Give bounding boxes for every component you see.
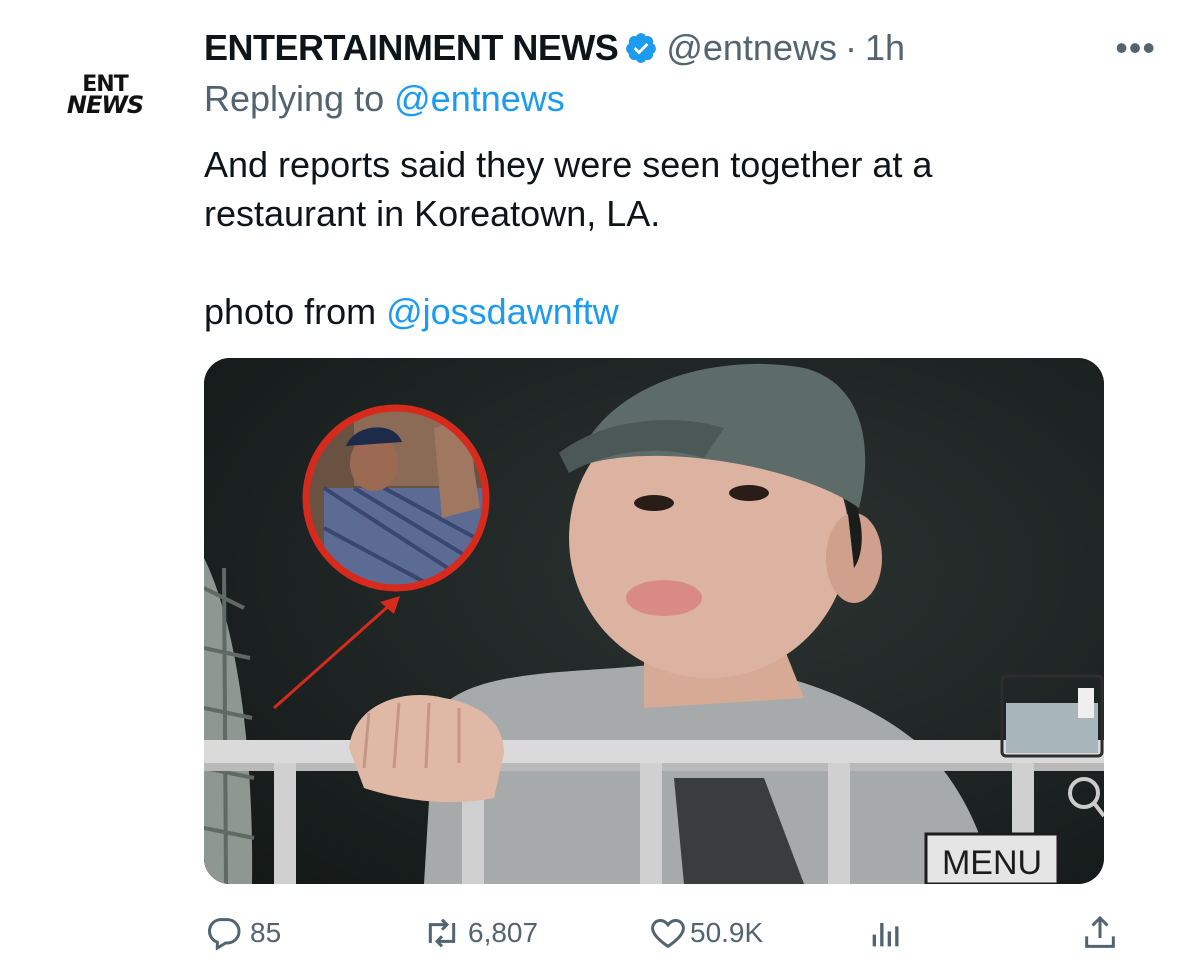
share-icon (1085, 915, 1115, 948)
author-name[interactable]: ENTERTAINMENT NEWS (204, 27, 619, 69)
tweet-text: And reports said they were seen together… (204, 140, 1104, 336)
verified-badge-icon (626, 33, 657, 63)
retweet-icon (428, 918, 456, 948)
photo-credit-mention[interactable]: @jossdawnftw (386, 291, 619, 332)
share-button[interactable] (1080, 905, 1120, 961)
like-count: 50.9K (690, 917, 764, 948)
like-button[interactable]: 50.9K (648, 905, 763, 961)
analytics-button[interactable] (866, 905, 906, 961)
tweet-timestamp[interactable]: 1h (865, 27, 905, 69)
tweet-text-line: And reports said they were seen together… (204, 144, 933, 185)
retweet-button[interactable]: 6,807 (422, 905, 538, 961)
author-avatar[interactable]: ENT NEWS (52, 74, 158, 118)
photo-credit-prefix: photo from (204, 291, 377, 332)
reply-icon (207, 918, 241, 951)
heart-icon (651, 918, 685, 949)
more-horizontal-icon[interactable]: ••• (1115, 30, 1156, 66)
avatar-logo-line2: NEWS (66, 91, 144, 120)
retweet-count: 6,807 (468, 917, 539, 948)
tweet-actions: 85 6,807 50.9K (204, 905, 1124, 961)
header-separator: · (844, 27, 857, 68)
replying-prefix: Replying to (204, 78, 385, 119)
replying-to: Replying to @entnews (204, 78, 565, 120)
analytics-icon (872, 923, 899, 947)
reply-count: 85 (250, 917, 282, 948)
photo-credit-line: photo from @jossdawnftw (204, 287, 1104, 336)
tweet-photo[interactable]: MENU (204, 358, 1104, 884)
replying-to-mention[interactable]: @entnews (394, 78, 565, 119)
tweet-header: ENTERTAINMENT NEWS @entnews · 1h (204, 22, 905, 74)
camera-menu-label: MENU (942, 844, 1042, 882)
tweet-text-line: restaurant in Koreatown, LA. (204, 193, 661, 234)
photo-illustration: MENU (204, 358, 1104, 884)
reply-button[interactable]: 85 (204, 905, 281, 961)
author-handle[interactable]: @entnews (666, 27, 837, 69)
